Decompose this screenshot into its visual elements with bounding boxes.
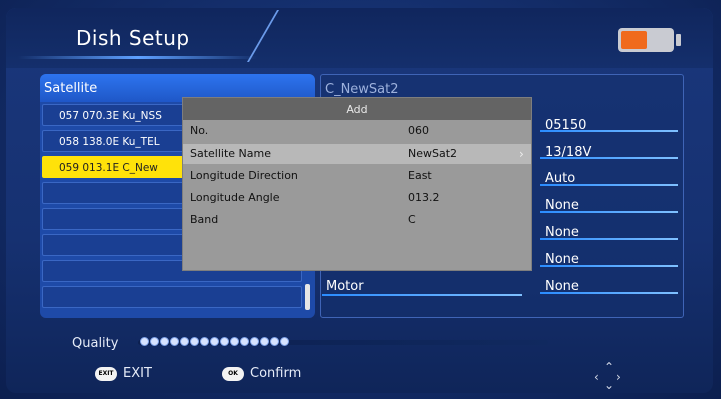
details-title: C_NewSat2 <box>325 82 399 97</box>
battery-icon <box>618 28 674 52</box>
field-label: No. <box>190 124 209 137</box>
add-dialog: Add No. 060 Satellite Name NewSat2 › Lon… <box>183 98 531 270</box>
field-label: Longitude Angle <box>190 191 280 204</box>
page-title: Dish Setup <box>76 26 190 50</box>
quality-dot <box>140 337 149 346</box>
ok-icon[interactable]: OK <box>222 367 244 381</box>
field-band[interactable]: Band C <box>183 210 531 230</box>
value-underline <box>540 157 678 159</box>
field-longitude-direction[interactable]: Longitude Direction East <box>183 166 531 186</box>
motor-underline <box>322 294 522 296</box>
quality-dot <box>180 337 189 346</box>
value-underline <box>540 130 678 132</box>
quality-dot <box>260 337 269 346</box>
quality-label: Quality <box>72 336 119 351</box>
quality-dot <box>230 337 239 346</box>
quality-dot <box>170 337 179 346</box>
chevron-right-icon[interactable]: › <box>519 144 524 164</box>
quality-dot <box>150 337 159 346</box>
exit-icon[interactable]: EXIT <box>95 367 117 381</box>
confirm-label[interactable]: Confirm <box>250 366 301 381</box>
value-underline <box>540 265 678 267</box>
battery-level <box>621 31 647 49</box>
quality-dot <box>190 337 199 346</box>
field-value: 013.2 <box>408 191 440 204</box>
field-value: NewSat2 <box>408 147 458 160</box>
navigation-arrows-icon: ⌃ ‹ › ⌄ <box>594 360 621 392</box>
quality-dot <box>220 337 229 346</box>
field-value: C <box>408 213 416 226</box>
motor-label: Motor <box>326 279 364 294</box>
quality-dot <box>160 337 169 346</box>
value-underline <box>540 211 678 213</box>
dialog-header: Add <box>183 98 531 120</box>
satellite-item[interactable] <box>42 286 302 308</box>
quality-dot <box>280 337 289 346</box>
value-underline <box>540 184 678 186</box>
field-label: Satellite Name <box>190 147 272 160</box>
field-value: 060 <box>408 124 429 137</box>
battery-tip <box>676 34 681 46</box>
quality-dot <box>210 337 219 346</box>
dialog-title: Add <box>346 103 368 116</box>
field-label: Longitude Direction <box>190 169 298 182</box>
exit-label[interactable]: EXIT <box>123 366 152 381</box>
field-label: Band <box>190 213 219 226</box>
quality-dot <box>240 337 249 346</box>
title-underline <box>18 56 258 59</box>
field-value: East <box>408 169 432 182</box>
satellite-heading: Satellite <box>44 81 98 96</box>
quality-dot <box>270 337 279 346</box>
field-satellite-name[interactable]: Satellite Name NewSat2 › <box>183 144 531 164</box>
quality-bar <box>140 337 289 346</box>
quality-dot <box>200 337 209 346</box>
list-scrollbar[interactable] <box>305 284 310 310</box>
field-longitude-angle[interactable]: Longitude Angle 013.2 <box>183 188 531 208</box>
field-number[interactable]: No. 060 <box>183 121 531 141</box>
value-underline <box>540 292 678 294</box>
value-underline <box>540 238 678 240</box>
quality-dot <box>250 337 259 346</box>
